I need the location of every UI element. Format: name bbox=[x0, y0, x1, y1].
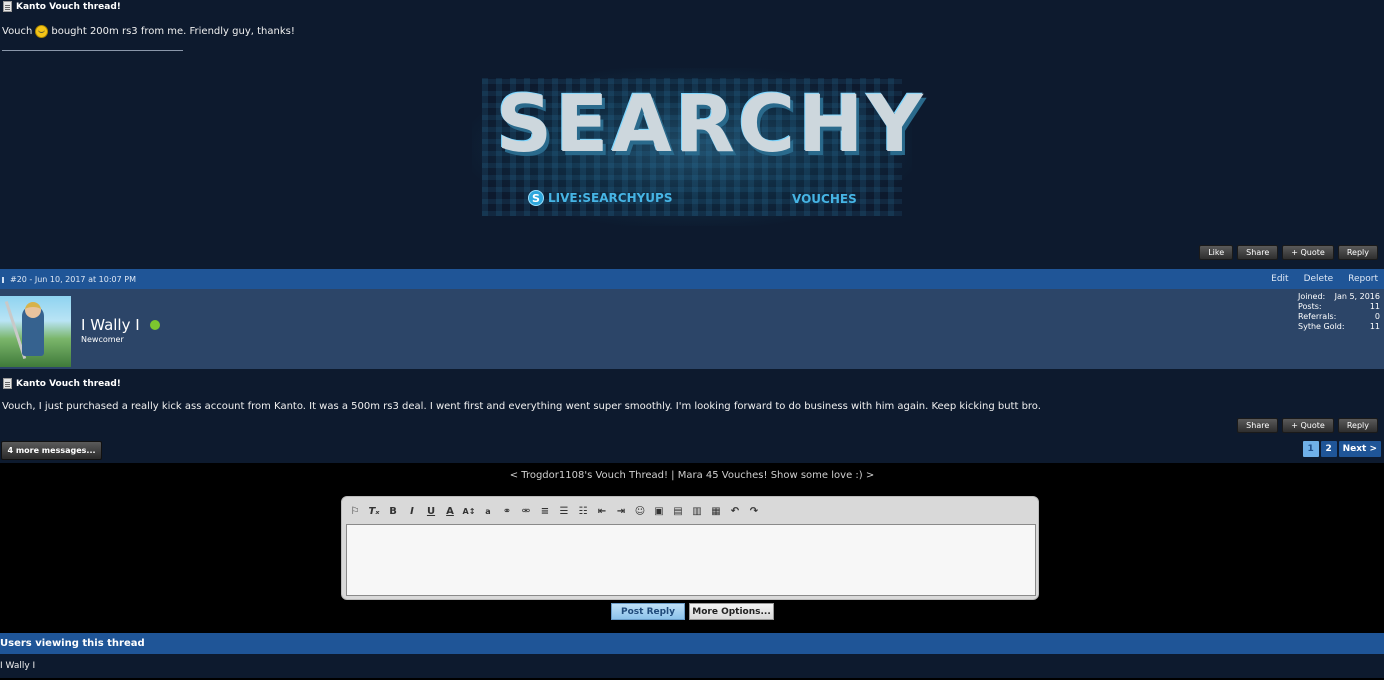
media-icon[interactable]: ▤ bbox=[672, 505, 684, 518]
username[interactable]: I Wally I bbox=[81, 316, 140, 334]
post-2-admin-actions: Edit Delete Report bbox=[1271, 274, 1378, 284]
users-viewing-list: I Wally I bbox=[0, 654, 1384, 678]
signature-divider bbox=[2, 50, 183, 51]
font-family-icon[interactable]: a bbox=[482, 505, 494, 518]
post-2-title: Kanto Vouch thread! bbox=[16, 378, 121, 389]
like-button[interactable]: Like bbox=[1199, 245, 1234, 260]
banner-skype: S LIVE:SEARCHYUPS bbox=[528, 190, 672, 206]
underline-icon[interactable]: U bbox=[425, 505, 437, 518]
skype-icon: S bbox=[528, 190, 544, 206]
reply-editor: ⚐ Tₓ B I U A A↕ a ⚭ ⚮ ≡ ☰ ☷ ⇤ ⇥ ☺ ▣ ▤ ▥ … bbox=[341, 496, 1039, 600]
avatar-head bbox=[25, 302, 41, 318]
outdent-icon[interactable]: ⇤ bbox=[596, 505, 608, 518]
quote-button[interactable]: + Quote bbox=[1282, 418, 1334, 433]
stat-referrals: Referrals: 0 bbox=[1298, 312, 1380, 322]
report-link[interactable]: Report bbox=[1348, 274, 1378, 284]
smiley-icon[interactable]: ☺ bbox=[634, 505, 646, 518]
avatar[interactable] bbox=[0, 296, 71, 367]
thread-navigation[interactable]: < Trogdor1108's Vouch Thread! | Mara 45 … bbox=[0, 470, 1384, 481]
stat-joined: Joined: Jan 5, 2016 bbox=[1298, 292, 1380, 302]
undo-icon[interactable]: ↶ bbox=[729, 505, 741, 518]
post-2-actions: Share + Quote Reply bbox=[1237, 418, 1378, 433]
delete-link[interactable]: Delete bbox=[1304, 274, 1334, 284]
next-page-button[interactable]: Next > bbox=[1338, 441, 1381, 457]
editor-toolbar: ⚐ Tₓ B I U A A↕ a ⚭ ⚮ ≡ ☰ ☷ ⇤ ⇥ ☺ ▣ ▤ ▥ … bbox=[349, 504, 760, 518]
unlink-icon[interactable]: ⚮ bbox=[520, 505, 532, 518]
post-number-date[interactable]: #20 - Jun 10, 2017 at 10:07 PM bbox=[10, 275, 136, 284]
post-2: Kanto Vouch thread! Vouch, I just purcha… bbox=[0, 369, 1384, 463]
stat-value: 0 bbox=[1374, 312, 1380, 321]
post-1-body-start: Vouch bbox=[2, 26, 33, 37]
username-row: I Wally I bbox=[81, 316, 160, 334]
online-status-icon bbox=[149, 320, 160, 330]
stat-value: Jan 5, 2016 bbox=[1334, 292, 1380, 301]
post-2-body-text: Vouch, I just purchased a really kick as… bbox=[2, 401, 1041, 412]
reply-textarea[interactable] bbox=[346, 524, 1036, 596]
post-1-title-row: Kanto Vouch thread! bbox=[3, 1, 121, 12]
post-1-body: Vouch bought 200m rs3 from me. Friendly … bbox=[2, 25, 295, 38]
image-icon[interactable]: ▣ bbox=[653, 505, 665, 518]
save-draft-icon[interactable]: ▦ bbox=[710, 505, 722, 518]
italic-icon[interactable]: I bbox=[406, 505, 418, 518]
page-1[interactable]: 1 bbox=[1302, 441, 1319, 457]
align-icon[interactable]: ≡ bbox=[539, 505, 551, 518]
redo-icon[interactable]: ↷ bbox=[748, 505, 760, 518]
smiley-icon bbox=[35, 25, 49, 38]
stat-posts: Posts: 11 bbox=[1298, 302, 1380, 312]
code-icon[interactable]: ▥ bbox=[691, 505, 703, 518]
banner-skype-text: LIVE:SEARCHYUPS bbox=[548, 191, 673, 205]
stat-sythe-gold: Sythe Gold: 11 bbox=[1298, 322, 1380, 332]
post-1-actions: Like Share + Quote Reply bbox=[1199, 245, 1378, 260]
post-1-title: Kanto Vouch thread! bbox=[16, 1, 121, 12]
stat-label: Sythe Gold: bbox=[1298, 322, 1345, 331]
post-1: Kanto Vouch thread! Vouch bought 200m rs… bbox=[0, 0, 1384, 269]
banner-vouches: VOUCHES bbox=[792, 192, 857, 206]
bullet-list-icon[interactable]: ☰ bbox=[558, 505, 570, 518]
page-2[interactable]: 2 bbox=[1320, 441, 1337, 457]
reply-button[interactable]: Reply bbox=[1337, 418, 1378, 433]
font-color-icon[interactable]: A bbox=[444, 505, 456, 518]
remove-format-icon[interactable]: ⚐ bbox=[349, 505, 361, 518]
clear-format-icon[interactable]: Tₓ bbox=[368, 505, 380, 518]
reply-submit-row: Post Reply More Options... bbox=[611, 603, 774, 620]
user-rank: Newcomer bbox=[81, 335, 124, 344]
bold-icon[interactable]: B bbox=[387, 505, 399, 518]
indent-icon[interactable]: ⇥ bbox=[615, 505, 627, 518]
edit-link[interactable]: Edit bbox=[1271, 274, 1288, 284]
post-2-header: #20 - Jun 10, 2017 at 10:07 PM Edit Dele… bbox=[0, 269, 1384, 289]
reply-button[interactable]: Reply bbox=[1337, 245, 1378, 260]
more-options-button[interactable]: More Options... bbox=[689, 603, 774, 620]
stat-value: 11 bbox=[1369, 302, 1380, 311]
stat-label: Posts: bbox=[1298, 302, 1322, 311]
post-2-user-block: I Wally I Newcomer Joined: Jan 5, 2016 Po… bbox=[0, 289, 1384, 369]
stat-label: Joined: bbox=[1298, 292, 1326, 301]
document-icon bbox=[3, 1, 12, 12]
share-button[interactable]: Share bbox=[1237, 245, 1279, 260]
post-2-body: Vouch, I just purchased a really kick as… bbox=[2, 401, 1041, 412]
post-2-meta: #20 - Jun 10, 2017 at 10:07 PM bbox=[2, 275, 136, 284]
post-1-body-end: bought 200m rs3 from me. Friendly guy, t… bbox=[51, 26, 295, 37]
stat-value: 11 bbox=[1369, 322, 1380, 331]
post-reply-button[interactable]: Post Reply bbox=[611, 603, 685, 620]
banner-title: SEARCHY bbox=[496, 80, 926, 170]
numbered-list-icon[interactable]: ☷ bbox=[577, 505, 589, 518]
more-messages-button[interactable]: 4 more messages... bbox=[1, 441, 102, 460]
font-size-icon[interactable]: A↕ bbox=[463, 505, 476, 518]
user-stats: Joined: Jan 5, 2016 Posts: 11 Referrals: 0 … bbox=[1298, 292, 1380, 332]
document-icon bbox=[3, 378, 12, 389]
share-button[interactable]: Share bbox=[1237, 418, 1279, 433]
pagination: 1 2 Next > bbox=[1302, 441, 1381, 457]
stat-label: Referrals: bbox=[1298, 312, 1337, 321]
quote-button[interactable]: + Quote bbox=[1282, 245, 1334, 260]
link-icon[interactable]: ⚭ bbox=[501, 505, 513, 518]
viewer-username[interactable]: I Wally I bbox=[0, 661, 35, 671]
permalink-icon[interactable] bbox=[2, 276, 7, 283]
post-2-title-row: Kanto Vouch thread! bbox=[3, 378, 121, 389]
users-viewing-heading: Users viewing this thread bbox=[0, 633, 1384, 654]
signature-banner: SEARCHY S LIVE:SEARCHYUPS VOUCHES bbox=[472, 68, 923, 226]
